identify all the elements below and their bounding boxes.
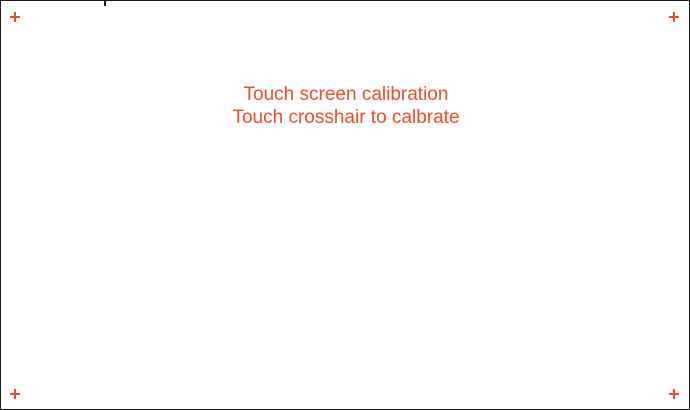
- calibration-message: Touch screen calibration Touch crosshair…: [1, 83, 690, 129]
- crosshair-bottom-left-icon[interactable]: [9, 388, 21, 400]
- calibration-screen: Touch screen calibration Touch crosshair…: [0, 0, 690, 410]
- crosshair-top-right-icon[interactable]: [668, 11, 680, 23]
- calibration-instruction: Touch crosshair to calbrate: [232, 107, 460, 128]
- frame-tick-mark: [104, 1, 106, 6]
- crosshair-bottom-right-icon[interactable]: [668, 388, 680, 400]
- crosshair-top-left-icon[interactable]: [9, 11, 21, 23]
- calibration-title: Touch screen calibration: [243, 84, 449, 105]
